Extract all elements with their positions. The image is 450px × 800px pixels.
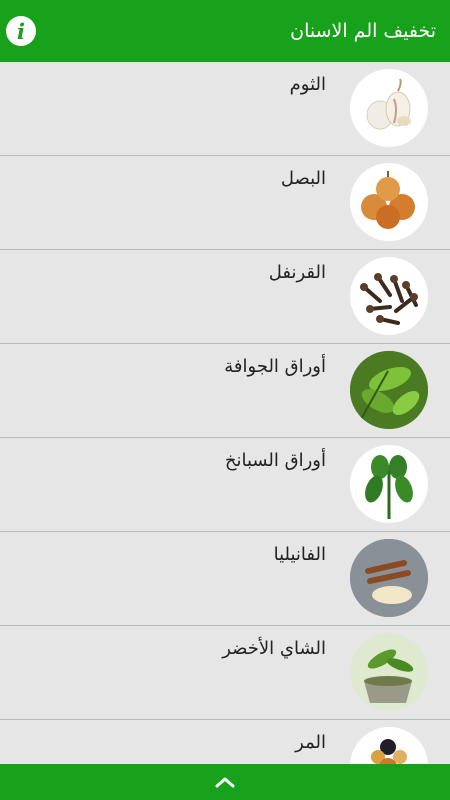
- list-item-cloves[interactable]: القرنفل: [0, 250, 450, 344]
- cloves-image: [350, 257, 428, 335]
- myrrh-image: [350, 727, 428, 764]
- info-icon[interactable]: i: [6, 16, 36, 46]
- green-tea-image: [350, 633, 428, 711]
- list-item-label: المر: [295, 732, 326, 753]
- list-item-label: أوراق الجوافة: [224, 356, 326, 377]
- list-item-green-tea[interactable]: الشاي الأخضر: [0, 626, 450, 720]
- list-item-garlic[interactable]: الثوم: [0, 62, 450, 156]
- app-title: تخفيف الم الاسنان: [290, 20, 436, 42]
- remedies-list[interactable]: الثوم البصل القرنفل أوراق الجوافة أوراق …: [0, 62, 450, 764]
- list-item-onion[interactable]: البصل: [0, 156, 450, 250]
- list-item-label: الشاي الأخضر: [222, 638, 326, 659]
- vanilla-image: [350, 539, 428, 617]
- list-item-label: أوراق السبانخ: [224, 450, 326, 471]
- list-item-guava-leaves[interactable]: أوراق الجوافة: [0, 344, 450, 438]
- list-item-myrrh[interactable]: المر: [0, 720, 450, 764]
- list-item-label: الفانيليا: [273, 544, 326, 565]
- garlic-image: [350, 69, 428, 147]
- spinach-leaves-image: [350, 445, 428, 523]
- onion-image: [350, 163, 428, 241]
- list-item-label: الثوم: [289, 74, 326, 95]
- app-bar: i تخفيف الم الاسنان: [0, 0, 450, 62]
- guava-leaves-image: [350, 351, 428, 429]
- list-item-label: القرنفل: [268, 262, 326, 283]
- list-item-spinach-leaves[interactable]: أوراق السبانخ: [0, 438, 450, 532]
- list-item-label: البصل: [280, 168, 326, 189]
- list-item-vanilla[interactable]: الفانيليا: [0, 532, 450, 626]
- scroll-up-bar[interactable]: [0, 764, 450, 800]
- chevron-up-icon[interactable]: [213, 775, 237, 789]
